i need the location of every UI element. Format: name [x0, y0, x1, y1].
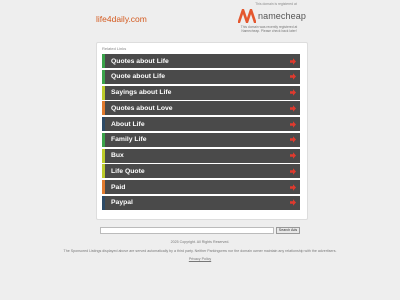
namecheap-logo-icon [238, 9, 256, 23]
related-link-label: Sayings about Life [111, 89, 172, 96]
registrar-note: This domain is registered at [255, 2, 297, 6]
header: life4daily.com This domain is registered… [0, 0, 400, 38]
domain-note: This domain was recently registered at N… [240, 25, 298, 34]
related-link-label: Bux [111, 152, 124, 159]
related-link-label: Quote about Life [111, 73, 165, 81]
arrow-right-icon [290, 152, 296, 159]
site-name-link[interactable]: life4daily.com [96, 14, 147, 24]
search-input[interactable] [100, 227, 274, 234]
link-accent-bar [102, 148, 105, 163]
related-link-label: About Life [111, 120, 145, 128]
parked-domain-page: life4daily.com This domain is registered… [0, 0, 400, 300]
link-accent-bar [102, 69, 105, 84]
arrow-right-icon [290, 120, 296, 128]
arrow-right-icon [290, 168, 296, 175]
related-link-item[interactable]: Family Life [102, 132, 300, 147]
related-link-label: Paypal [111, 199, 133, 207]
related-links-box: Related Links Quotes about Life Quote abo… [96, 42, 308, 220]
related-link-label: Family Life [111, 136, 147, 144]
arrow-right-icon [290, 105, 296, 112]
related-link-item[interactable]: About Life [102, 117, 300, 131]
arrow-right-icon [290, 183, 296, 191]
related-link-item[interactable]: Paypal [102, 195, 300, 210]
link-accent-bar [102, 101, 105, 116]
arrow-right-icon [290, 57, 296, 65]
arrow-right-icon [290, 199, 296, 206]
related-link-label: Paid [111, 183, 126, 191]
search-bar: Search Ads [100, 227, 300, 234]
related-link-label: Quotes about Life [111, 57, 169, 65]
footer: 2025 Copyright. All Rights Reserved. The… [60, 240, 340, 262]
arrow-right-icon [290, 89, 296, 96]
namecheap-logo-text: namecheap [258, 11, 306, 21]
link-accent-bar [102, 180, 105, 194]
related-link-label: Life Quote [111, 167, 145, 175]
related-link-item[interactable]: Quotes about Love [102, 101, 300, 116]
related-link-item[interactable]: Quote about Life [102, 69, 300, 84]
related-link-item[interactable]: Paid [102, 180, 300, 194]
copyright-text: 2025 Copyright. All Rights Reserved. [170, 240, 230, 244]
link-accent-bar [102, 54, 105, 68]
link-accent-bar [102, 195, 105, 210]
related-links-list: Quotes about Life Quote about Life Sayings… [102, 54, 300, 212]
related-links-heading: Related Links [102, 46, 127, 51]
link-accent-bar [102, 132, 105, 147]
search-ads-button[interactable]: Search Ads [276, 227, 300, 234]
namecheap-logo[interactable]: namecheap [238, 8, 306, 24]
link-accent-bar [102, 85, 105, 100]
related-link-item[interactable]: Sayings about Life [102, 85, 300, 100]
privacy-policy-link[interactable]: Privacy Policy [189, 257, 211, 261]
related-link-item[interactable]: Life Quote [102, 164, 300, 179]
link-accent-bar [102, 117, 105, 131]
related-link-label: Quotes about Love [111, 104, 173, 112]
arrow-right-icon [290, 73, 296, 80]
link-accent-bar [102, 164, 105, 179]
related-link-item[interactable]: Quotes about Life [102, 54, 300, 68]
disclaimer-text: The Sponsored Listings displayed above a… [63, 248, 337, 253]
related-link-item[interactable]: Bux [102, 148, 300, 163]
arrow-right-icon [290, 136, 296, 143]
